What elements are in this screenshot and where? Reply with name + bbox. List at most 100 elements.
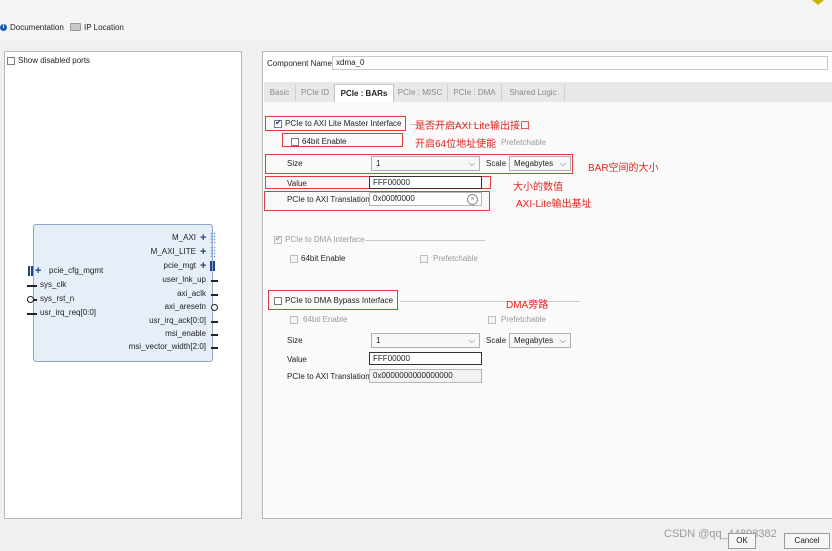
axi-lite-64bit-checkbox[interactable]: [291, 137, 299, 146]
annotation-base: AXI-Lite输出基址: [516, 199, 592, 210]
port-pin: [211, 347, 218, 349]
port-pcie-cfg-mgmt: pcie_cfg_mgmt: [49, 266, 104, 275]
dma-bypass-label: PCIe to DMA Bypass Interface: [285, 296, 394, 305]
port-pin: [211, 334, 218, 336]
dma-64bit-label: 64bit Enable: [301, 254, 346, 263]
clear-icon[interactable]: ×: [467, 194, 478, 205]
tab-basic[interactable]: Basic: [264, 84, 296, 101]
chevron-down-icon: ⌵: [559, 336, 566, 345]
axi-lite-translation-label: PCIe to AXI Translation: [287, 195, 370, 204]
bus-dots-icon: [210, 246, 216, 258]
bypass-size-value: 1: [376, 336, 381, 345]
annotation-axi-lite: 是否开启AXI Lite输出接口: [415, 121, 531, 132]
bypass-prefetchable-option[interactable]: Prefetchable: [488, 315, 546, 324]
axi-lite-master-option[interactable]: PCIe to AXI Lite Master Interface: [274, 118, 402, 128]
port-pin: [27, 313, 37, 315]
axi-lite-translation-input[interactable]: 0x000f0000 ×: [369, 192, 482, 206]
axi-lite-64bit-option[interactable]: 64bit Enable: [291, 137, 346, 146]
bus-dots-icon: [210, 232, 216, 244]
port-pcie-mgt: pcie_mgt: [163, 261, 196, 270]
bus-icon: [31, 266, 33, 276]
axi-lite-value-input[interactable]: FFF00000: [369, 176, 482, 189]
dma-64bit-checkbox[interactable]: [290, 254, 298, 263]
component-name-label: Component Name: [267, 59, 332, 68]
bypass-value-label: Value: [287, 355, 307, 364]
bus-icon: [213, 261, 215, 271]
dma-interface-checkbox[interactable]: [274, 234, 282, 244]
bypass-size-select[interactable]: 1 ⌵: [371, 333, 480, 348]
toolbar: [0, 0, 832, 40]
axi-lite-64bit-label: 64bit Enable: [302, 137, 347, 146]
bypass-size-label: Size: [287, 336, 303, 345]
axi-lite-master-label: PCIe to AXI Lite Master Interface: [285, 119, 402, 128]
port-axi-aresetn: axi_aresetn: [164, 302, 206, 311]
tab-pcie-dma[interactable]: PCIe : DMA: [448, 84, 502, 101]
axi-lite-size-select[interactable]: 1 ⌵: [371, 156, 480, 171]
bypass-scale-select[interactable]: Megabytes ⌵: [509, 333, 571, 348]
axi-lite-size-label: Size: [287, 159, 303, 168]
ip-location-label: IP Location: [84, 22, 124, 32]
port-pin: [27, 285, 37, 287]
chevron-down-icon: ⌵: [559, 159, 566, 168]
axi-lite-master-checkbox[interactable]: [274, 118, 282, 128]
dma-bypass-checkbox[interactable]: [274, 296, 282, 305]
info-icon: i: [0, 23, 7, 31]
documentation-label: Documentation: [10, 22, 64, 32]
bus-icon: [210, 261, 212, 271]
tab-shared-logic[interactable]: Shared Logic: [502, 84, 565, 101]
dma-prefetchable-option[interactable]: Prefetchable: [420, 254, 478, 263]
component-name-input[interactable]: xdma_0: [332, 56, 828, 70]
dma-bypass-option[interactable]: PCIe to DMA Bypass Interface: [274, 296, 393, 305]
dma-prefetchable-label: Prefetchable: [433, 254, 478, 263]
documentation-button[interactable]: i Documentation: [0, 21, 64, 33]
axi-lite-scale-select[interactable]: Megabytes ⌵: [509, 156, 571, 171]
bypass-64bit-option[interactable]: 64bit Enable: [290, 315, 347, 324]
annotation-value: 大小的数值: [513, 182, 563, 193]
axi-lite-size-value: 1: [376, 159, 381, 168]
dma-interface-option[interactable]: PCIe to DMA Interface: [274, 234, 365, 244]
annotation-64bit: 开启64位地址使能: [415, 139, 497, 150]
bypass-translation-input[interactable]: 0x0000000000000000: [369, 369, 482, 383]
cancel-button[interactable]: Cancel: [784, 533, 830, 549]
annotation-bar-size: BAR空间的大小: [588, 163, 659, 174]
show-disabled-ports-label: Show disabled ports: [18, 56, 91, 65]
ip-location-button[interactable]: IP Location: [70, 21, 124, 33]
bypass-value-input[interactable]: FFF00000: [369, 352, 482, 365]
dma-64bit-option[interactable]: 64bit Enable: [290, 254, 345, 263]
port-pin: [211, 321, 218, 323]
bypass-64bit-label: 64bit Enable: [303, 315, 348, 324]
port-sys-rst-n: sys_rst_n: [40, 294, 75, 303]
tab-pcie-bars[interactable]: PCIe : BARs: [334, 84, 394, 103]
bypass-translation-label: PCIe to AXI Translation: [287, 372, 370, 381]
expand-plus-icon[interactable]: +: [200, 261, 206, 272]
tab-pcie-misc[interactable]: PCIe : MISC: [393, 84, 448, 101]
expand-plus-icon[interactable]: +: [35, 266, 41, 277]
tab-pcie-id[interactable]: PCIe ID: [296, 84, 335, 101]
expand-plus-icon[interactable]: +: [200, 247, 206, 258]
ok-button[interactable]: OK: [728, 533, 756, 549]
folder-icon: [70, 23, 81, 31]
bypass-64bit-checkbox[interactable]: [290, 315, 298, 324]
bypass-prefetchable-label: Prefetchable: [501, 315, 546, 324]
dma-prefetchable-checkbox[interactable]: [420, 254, 428, 263]
chevron-down-icon: ⌵: [468, 336, 475, 345]
port-sys-clk: sys_clk: [40, 280, 67, 289]
port-pin: [211, 280, 218, 282]
show-disabled-ports-option[interactable]: Show disabled ports: [7, 56, 90, 65]
port-usr-irq-ack: usr_irq_ack[0:0]: [149, 316, 206, 325]
bus-icon: [28, 266, 30, 276]
axi-lite-prefetchable-label: Prefetchable: [501, 138, 546, 147]
inverted-pin-icon: [211, 304, 218, 311]
expand-plus-icon[interactable]: +: [200, 233, 206, 244]
bypass-scale-value: Megabytes: [514, 336, 554, 345]
port-msi-enable: msi_enable: [165, 329, 206, 338]
show-disabled-ports-checkbox[interactable]: [7, 56, 15, 65]
port-user-lnk-up: user_lnk_up: [162, 275, 206, 284]
bypass-prefetchable-checkbox[interactable]: [488, 315, 496, 324]
corner-indicator-icon: [812, 0, 824, 5]
port-usr-irq-req: usr_irq_req[0:0]: [40, 308, 97, 317]
watermark: CSDN @qq_44898382: [664, 528, 777, 540]
port-msi-vector-width: msi_vector_width[2:0]: [128, 342, 206, 351]
axi-lite-scale-value: Megabytes: [514, 159, 554, 168]
bypass-scale-label: Scale: [486, 336, 507, 345]
